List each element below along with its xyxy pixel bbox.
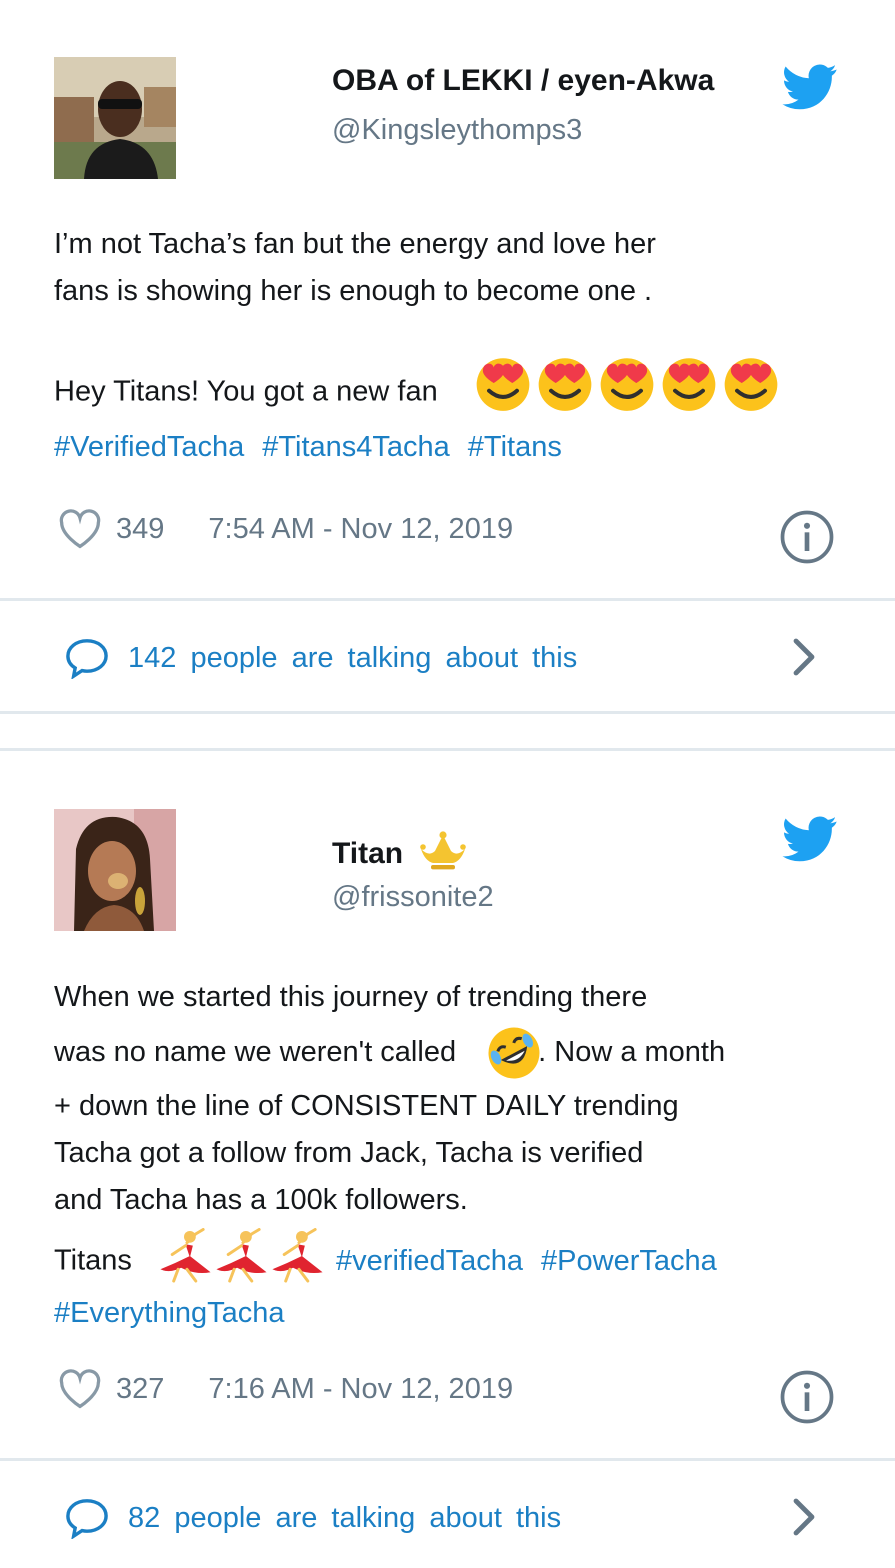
- speech-bubble-icon: [66, 639, 108, 679]
- heart-icon[interactable]: [58, 508, 102, 550]
- speech-bubble-icon: [66, 1499, 108, 1539]
- tweet-text-segment: . Now a month: [538, 1036, 726, 1068]
- smiling-face-with-heart-eyes-icon: [600, 358, 654, 411]
- talking-link[interactable]: 142 people are talking about this: [64, 637, 577, 679]
- tweet-card: OBA of LEKKI / eyen-Akwa @Kingsleythomps…: [0, 0, 895, 600]
- user-handle[interactable]: @Kingsleythomps3: [332, 114, 582, 147]
- talking-text[interactable]: 142 people are talking about this: [128, 642, 577, 675]
- hashtag-link[interactable]: #verifiedTacha: [336, 1245, 523, 1277]
- avatar[interactable]: [54, 809, 176, 931]
- tweet-text-segment: Titans: [54, 1244, 132, 1277]
- tweet-text-line: Tacha got a follow from Jack, Tacha is v…: [54, 1137, 644, 1169]
- tweet-text: When we started this journey of trending…: [54, 974, 844, 1337]
- tweet-text-segment: Hey Titans! You got a new fan: [54, 375, 438, 408]
- hashtag-link[interactable]: #Titans: [468, 431, 562, 463]
- hashtag-link[interactable]: #Titans4Tacha: [262, 431, 450, 463]
- twitter-bird-icon[interactable]: [782, 64, 838, 110]
- talking-row[interactable]: 82 people are talking about this: [0, 1461, 895, 1568]
- tweet-meta: 349 7:54 AM - Nov 12, 2019: [58, 508, 513, 550]
- twitter-bird-icon[interactable]: [782, 816, 838, 862]
- info-icon[interactable]: [779, 1369, 835, 1425]
- chevron-right-icon[interactable]: [790, 1497, 818, 1537]
- tweet-text-line: and Tacha has a 100k followers.: [54, 1184, 468, 1216]
- woman-dancing-icon: [216, 1228, 267, 1283]
- hashtag-link[interactable]: #VerifiedTacha: [54, 431, 244, 463]
- tweet-card: Titan @frissonite2 When we started this …: [0, 751, 895, 1458]
- tweet-meta: 327 7:16 AM - Nov 12, 2019: [58, 1368, 513, 1410]
- display-name[interactable]: Titan: [332, 831, 471, 871]
- tweet-text-line: Titans #verifiedTacha #PowerTacha: [54, 1228, 844, 1290]
- like-count[interactable]: 349: [116, 513, 164, 546]
- timestamp[interactable]: 7:16 AM - Nov 12, 2019: [208, 1373, 513, 1406]
- tweet-text-line: When we started this journey of trending…: [54, 981, 648, 1013]
- smiling-face-with-heart-eyes-icon: [476, 358, 530, 411]
- talking-row[interactable]: 142 people are talking about this: [0, 601, 895, 711]
- tweet-text-line: was no name we weren't called . Now a mo…: [54, 1021, 844, 1083]
- avatar[interactable]: [54, 57, 176, 179]
- woman-dancing-icon: [272, 1228, 323, 1283]
- hashtag-row: #EverythingTacha: [54, 1290, 844, 1337]
- hashtag-link[interactable]: #PowerTacha: [541, 1245, 717, 1277]
- tweet-text: I’m not Tacha’s fan but the energy and l…: [54, 221, 844, 471]
- info-icon[interactable]: [779, 509, 835, 565]
- like-count[interactable]: 327: [116, 1373, 164, 1406]
- smiling-face-with-heart-eyes-icon: [724, 358, 778, 411]
- crown-icon: [420, 831, 467, 870]
- smiling-face-with-heart-eyes-icon: [538, 358, 592, 411]
- card-gap: [0, 714, 895, 752]
- hashtag-link[interactable]: #EverythingTacha: [54, 1297, 285, 1329]
- hashtag-row: #VerifiedTacha #Titans4Tacha #Titans: [54, 424, 844, 471]
- woman-dancing-icon: [160, 1228, 211, 1283]
- tweet-text-line: Hey Titans! You got a new fan: [54, 358, 844, 424]
- emoji-row: [472, 352, 782, 414]
- timestamp[interactable]: 7:54 AM - Nov 12, 2019: [208, 513, 513, 546]
- talking-text[interactable]: 82 people are talking about this: [128, 1502, 561, 1535]
- emoji-row: [154, 1228, 323, 1284]
- tweet-text-line: + down the line of CONSISTENT DAILY tren…: [54, 1090, 679, 1122]
- chevron-right-icon[interactable]: [790, 637, 818, 677]
- talking-link[interactable]: 82 people are talking about this: [64, 1497, 561, 1539]
- display-name-text[interactable]: Titan: [332, 837, 403, 870]
- smiling-face-with-heart-eyes-icon: [662, 358, 716, 411]
- rolling-on-floor-laughing-icon: [488, 1027, 540, 1079]
- user-handle[interactable]: @frissonite2: [332, 881, 494, 914]
- tweet-text-line: I’m not Tacha’s fan but the energy and l…: [54, 228, 656, 260]
- tweet-text-segment: was no name we weren't called: [54, 1036, 457, 1068]
- tweet-text-line: fans is showing her is enough to become …: [54, 275, 653, 307]
- display-name[interactable]: OBA of LEKKI / eyen-Akwa: [332, 64, 714, 98]
- heart-icon[interactable]: [58, 1368, 102, 1410]
